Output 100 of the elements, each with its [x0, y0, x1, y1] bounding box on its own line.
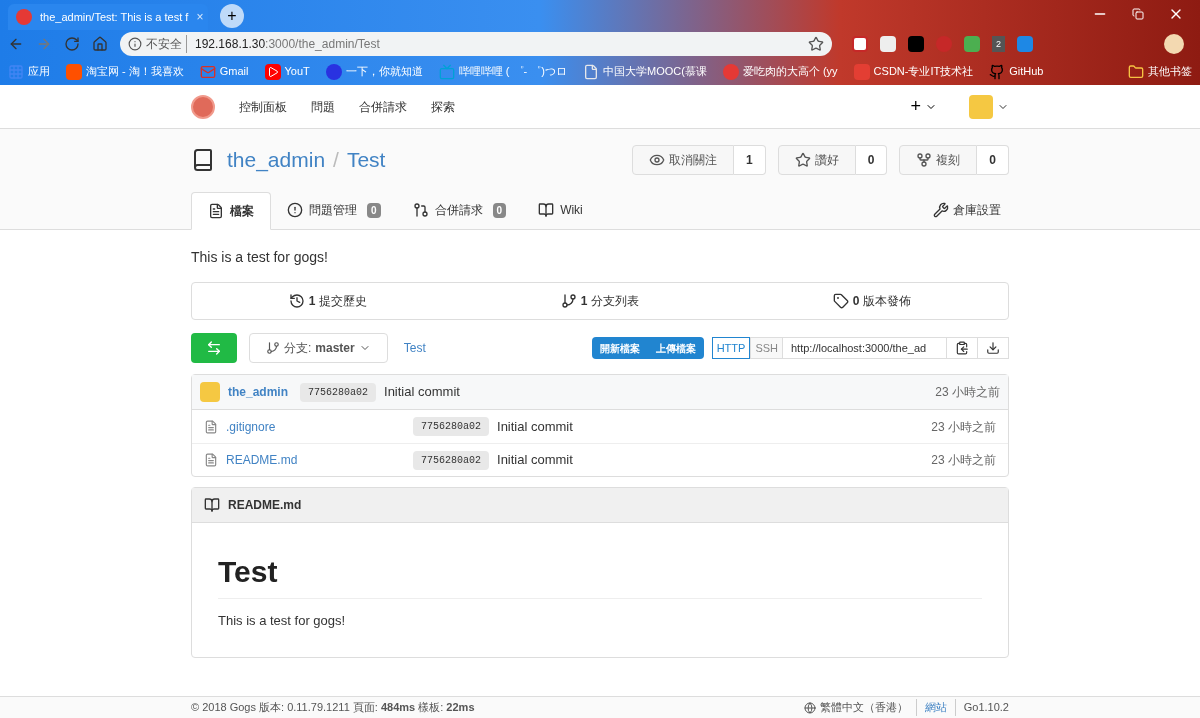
- repo-tab[interactable]: 問題管理 0: [271, 191, 397, 229]
- bookmark-item[interactable]: GitHub: [989, 63, 1044, 80]
- repo-action-button[interactable]: 取消關注: [631, 145, 734, 175]
- repo-tab[interactable]: 檔案: [191, 192, 271, 230]
- download-icon: [986, 341, 1000, 355]
- star-icon: [794, 152, 811, 168]
- repo-action-button[interactable]: 讚好: [777, 145, 856, 175]
- compare-button[interactable]: [191, 333, 237, 363]
- commit-message: Initial commit: [384, 383, 460, 402]
- play-icon: [264, 63, 281, 80]
- readme-filename: README.md: [228, 497, 302, 514]
- nav-link[interactable]: 合併請求: [359, 97, 407, 116]
- author-link[interactable]: the_admin: [228, 383, 288, 401]
- stats-link[interactable]: 0 版本發佈: [736, 292, 1008, 310]
- mail-icon: [199, 63, 216, 80]
- download-button[interactable]: [978, 337, 1009, 359]
- back-icon[interactable]: [8, 36, 24, 52]
- issue-icon: [287, 202, 303, 218]
- new-tab-button[interactable]: +: [220, 4, 244, 28]
- bookmark-item[interactable]: 中国大学MOOC(慕课: [583, 63, 707, 80]
- tools-icon: [933, 202, 949, 218]
- tab-title: the_admin/Test: This is a test f: [40, 9, 189, 25]
- branch-icon: [266, 341, 280, 355]
- action-count[interactable]: 0: [977, 145, 1009, 175]
- bookmark-item[interactable]: 淘宝网 - 淘！我喜欢: [66, 63, 184, 80]
- book-icon: [204, 497, 220, 513]
- repo-name-link[interactable]: Test: [346, 144, 386, 176]
- profile-avatar[interactable]: [1164, 34, 1184, 54]
- nav-link[interactable]: 探索: [431, 97, 455, 116]
- repo-description: This is a test for gogs!: [191, 248, 329, 267]
- upload-file-button[interactable]: 上傳檔案: [647, 337, 704, 359]
- clipboard-icon: [955, 341, 969, 355]
- create-menu-button[interactable]: +: [910, 93, 937, 120]
- branch-dropdown[interactable]: 分支: master: [249, 333, 388, 363]
- bookmark-star-icon[interactable]: [808, 36, 824, 52]
- address-bar[interactable]: 不安全 192.168.1.30:3000/the_admin/Test: [120, 32, 832, 56]
- tag-icon: [832, 293, 849, 309]
- bookmark-item[interactable]: 爱吃肉的大高个 (yy: [722, 63, 838, 80]
- commit-message: Initial commit: [497, 417, 573, 436]
- branch-icon: [560, 293, 577, 309]
- nav-link[interactable]: 問題: [311, 97, 335, 116]
- file-icon: [204, 419, 218, 434]
- repo-action-button[interactable]: 複刻: [899, 145, 978, 175]
- repo-tab[interactable]: 合併請求 0: [396, 191, 523, 229]
- github-icon: [989, 63, 1006, 80]
- nav-link[interactable]: 控制面板: [239, 97, 287, 116]
- copy-button[interactable]: [947, 337, 978, 359]
- extension-icon[interactable]: [852, 36, 868, 52]
- bookmark-item[interactable]: 一下，你就知道: [325, 63, 423, 80]
- avatar-icon: [200, 382, 220, 402]
- url-text: 192.168.1.30:3000/the_admin/Test: [194, 36, 380, 53]
- bookmark-item[interactable]: 应用: [8, 63, 50, 80]
- apps-icon: [8, 63, 24, 80]
- bookmark-item[interactable]: Gmail: [199, 63, 249, 80]
- new-file-button[interactable]: 開新檔案: [591, 337, 648, 359]
- footer-info: © 2018 Gogs 版本: 0.11.79.1211 頁面: 484ms 樣板: 22ms: [191, 700, 475, 716]
- file-link[interactable]: .gitignore: [226, 417, 413, 436]
- other-bookmarks[interactable]: 其他书签: [1128, 63, 1192, 80]
- file-icon: [204, 453, 218, 467]
- file-icon: [208, 203, 224, 219]
- clone-url-field[interactable]: http://localhost:3000/the_ad: [783, 337, 947, 359]
- commit-time: 23 小時之前: [935, 384, 1000, 401]
- owner-link[interactable]: the_admin: [227, 144, 326, 176]
- reload-icon[interactable]: [64, 36, 80, 52]
- bookmark-item[interactable]: CSDN-专业IT技术社: [853, 63, 974, 80]
- restore-icon[interactable]: [1132, 8, 1144, 20]
- readme-text: This is a test for gogs!: [218, 612, 347, 630]
- stats-link[interactable]: 1 提交歷史: [192, 292, 464, 310]
- compare-icon: [206, 340, 222, 356]
- pull-request-icon: [412, 202, 429, 218]
- bookmark-item[interactable]: YouT: [264, 63, 310, 80]
- protocol-button[interactable]: HTTP: [711, 337, 751, 359]
- extension-badge[interactable]: 2: [992, 36, 1005, 52]
- avatar-icon: [969, 94, 993, 119]
- folder-icon: [1128, 63, 1144, 80]
- footer-link[interactable]: Go1.10.2: [954, 699, 1009, 716]
- count-label: 0: [367, 202, 381, 218]
- settings-link[interactable]: 倉庫設置: [925, 191, 1009, 229]
- stats-link[interactable]: 1 分支列表: [464, 292, 736, 310]
- commit-sha[interactable]: 7756280a02: [300, 382, 377, 402]
- commit-time: 23 小時之前: [931, 452, 996, 469]
- file-link[interactable]: README.md: [226, 451, 413, 469]
- home-icon[interactable]: [92, 36, 108, 52]
- action-count[interactable]: 0: [855, 145, 888, 175]
- path-link[interactable]: Test: [403, 339, 426, 357]
- commit-time: 23 小時之前: [931, 418, 996, 436]
- action-count[interactable]: 1: [733, 145, 766, 175]
- security-label: 不安全: [146, 35, 187, 53]
- footer-link[interactable]: 網站: [915, 699, 947, 716]
- commit-sha[interactable]: 7756280a02: [413, 450, 489, 470]
- history-icon: [288, 293, 305, 309]
- repo-tab[interactable]: Wiki: [522, 191, 599, 229]
- count-label: 0: [492, 202, 507, 218]
- book-icon: [538, 202, 555, 218]
- info-icon: [128, 37, 142, 51]
- extension-icon[interactable]: [880, 36, 896, 52]
- eye-icon: [648, 152, 665, 168]
- fork-icon: [916, 152, 933, 168]
- commit-sha[interactable]: 7756280a02: [413, 417, 489, 436]
- language-selector[interactable]: 繁體中文（香港）: [803, 699, 908, 716]
